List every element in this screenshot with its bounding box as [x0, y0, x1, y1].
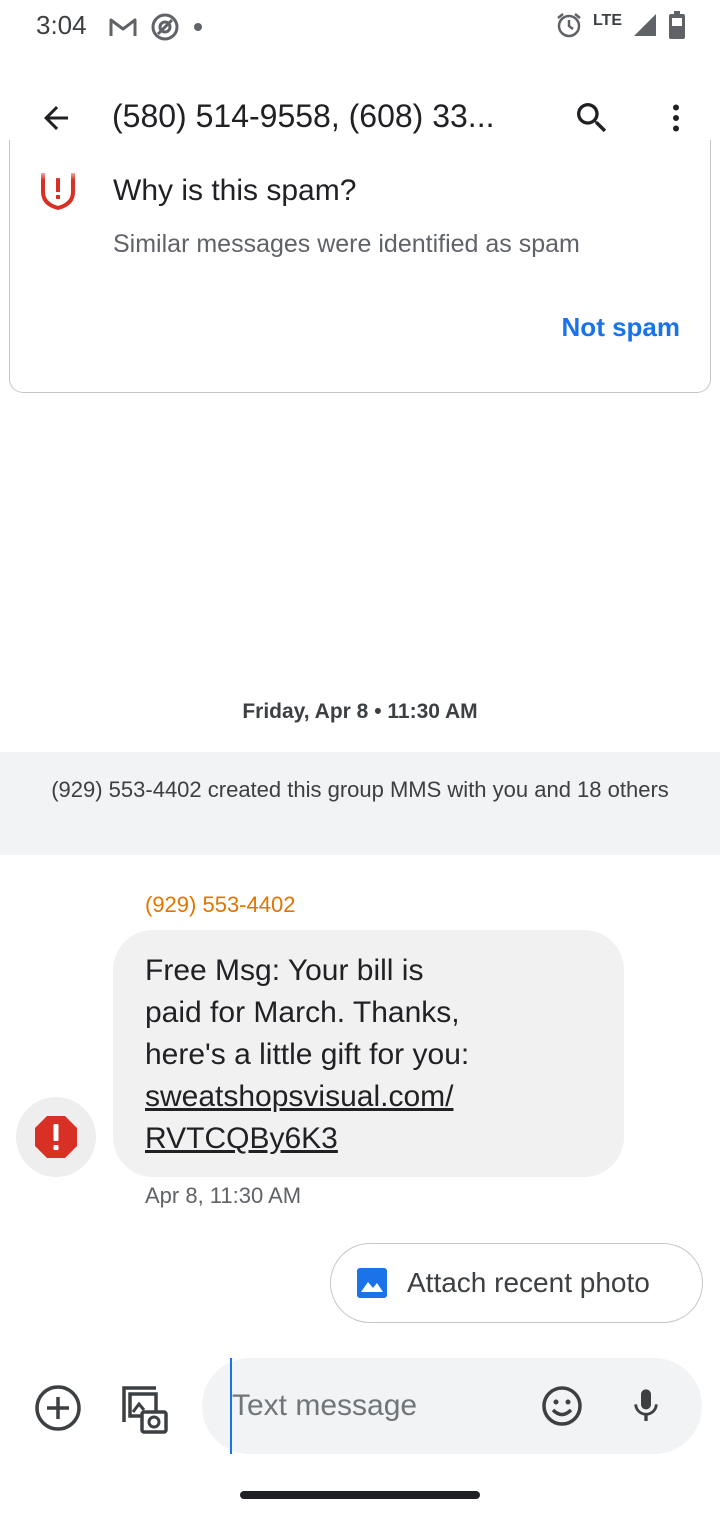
not-spam-button[interactable]: Not spam	[562, 312, 680, 343]
navigation-handle[interactable]	[240, 1491, 480, 1499]
image-icon	[357, 1268, 387, 1298]
alarm-icon	[557, 13, 581, 38]
add-attachment-button[interactable]	[32, 1382, 84, 1434]
voice-input-button[interactable]	[622, 1382, 670, 1430]
search-icon	[577, 103, 607, 133]
more-vert-icon	[673, 104, 679, 132]
gmail-icon	[109, 18, 137, 36]
error-icon	[35, 1116, 77, 1158]
gallery-button[interactable]	[114, 1380, 170, 1436]
at-sign-icon	[151, 13, 179, 41]
more-options-button[interactable]	[652, 94, 700, 142]
emoji-button[interactable]	[538, 1382, 586, 1430]
attach-recent-photo-chip[interactable]: Attach recent photo	[330, 1243, 703, 1323]
message-sender: (929) 553-4402	[145, 892, 296, 917]
status-bar: 3:04 LTE	[0, 0, 720, 56]
mic-icon	[634, 1389, 658, 1421]
card-fade	[10, 140, 710, 180]
message-link[interactable]: sweatshopsvisual.com/	[145, 1076, 594, 1118]
date-separator: Friday, Apr 8 • 11:30 AM	[242, 700, 478, 723]
gallery-camera-icon	[122, 1386, 168, 1434]
message-bubble[interactable]: Free Msg: Your bill is paid for March. T…	[113, 930, 624, 1177]
compose-field	[202, 1358, 702, 1454]
message-link[interactable]: RVTCQBy6K3	[145, 1118, 594, 1160]
emoji-icon	[542, 1386, 582, 1426]
signal-icon	[634, 14, 656, 36]
message-text-line: here's a little gift for you:	[145, 1038, 470, 1071]
add-circle-icon	[35, 1385, 81, 1431]
spam-info-card: Why is this spam? Similar messages were …	[9, 140, 711, 393]
network-type: LTE	[592, 12, 622, 29]
notification-icons	[108, 12, 204, 42]
attach-chip-label: Attach recent photo	[407, 1267, 650, 1298]
message-text-line: Free Msg: Your bill is	[145, 954, 424, 987]
conversation-title: (580) 514-9558, (608) 33...	[112, 98, 495, 134]
message-text-line: paid for March. Thanks,	[145, 996, 460, 1029]
search-button[interactable]	[566, 94, 618, 142]
back-button[interactable]	[28, 94, 84, 142]
message-timestamp: Apr 8, 11:30 AM	[145, 1183, 302, 1208]
status-time: 3:04	[36, 10, 87, 40]
text-message-input[interactable]	[230, 1358, 520, 1454]
dot-icon	[194, 23, 202, 31]
spam-description: Similar messages were identified as spam	[113, 230, 580, 258]
group-created-notice: (929) 553-4402 created this group MMS wi…	[0, 752, 720, 855]
system-icons: LTE	[555, 10, 686, 40]
message-error-status[interactable]	[16, 1097, 96, 1177]
arrow-back-icon	[44, 106, 68, 130]
battery-icon	[669, 11, 685, 39]
